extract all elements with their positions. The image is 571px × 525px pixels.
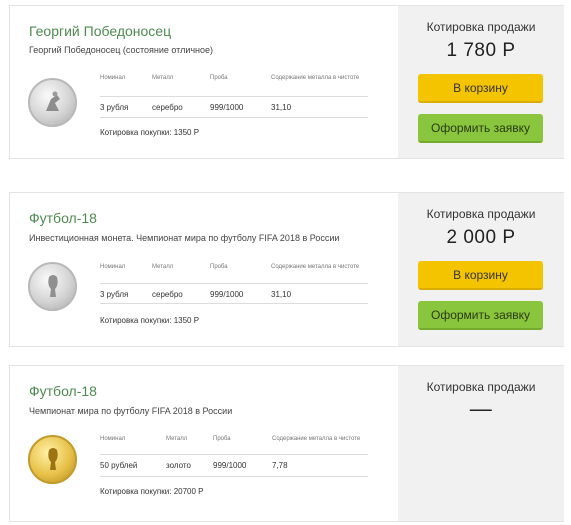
- product-title[interactable]: Георгий Победоносец: [29, 23, 171, 39]
- gold-coin-icon[interactable]: [28, 435, 77, 484]
- cup-emblem-icon: [48, 275, 58, 297]
- content-value: 31,10: [271, 290, 292, 299]
- coin-emblem-icon: [46, 91, 60, 111]
- product-title[interactable]: Футбол-18: [29, 210, 97, 226]
- buy-quote: Котировка покупки: 20700 Р: [100, 487, 204, 496]
- buy-quote-value: 1350 Р: [173, 128, 200, 137]
- proba-value: 999/1000: [210, 103, 244, 112]
- divider: [100, 96, 368, 97]
- divider: [100, 454, 368, 455]
- buy-quote-label: Котировка покупки:: [100, 316, 172, 325]
- price-panel: Котировка продажи 2 000 Р В корзину Офор…: [398, 193, 564, 346]
- column-header-content: Содержание металла в чистоте: [272, 436, 361, 442]
- buy-quote: Котировка покупки: 1350 Р: [100, 316, 199, 325]
- content-value: 7,78: [272, 461, 288, 470]
- column-header-proba: Проба: [210, 75, 228, 81]
- add-to-cart-button[interactable]: В корзину: [418, 261, 543, 290]
- column-header-metal: Металл: [152, 75, 174, 81]
- sell-quote-label: Котировка продажи: [426, 207, 536, 221]
- product-card: Георгий Победоносец Георгий Победоносец …: [9, 5, 564, 159]
- column-header-metal: Металл: [152, 264, 174, 270]
- metal-value: серебро: [152, 290, 183, 299]
- price-panel: Котировка продажи 1 780 Р В корзину Офор…: [398, 6, 564, 158]
- divider: [100, 283, 368, 284]
- sell-quote-label: Котировка продажи: [426, 20, 536, 34]
- buy-quote-value: 20700 Р: [173, 487, 204, 496]
- nominal-value: 3 рубля: [100, 103, 129, 112]
- cup-emblem-icon: [48, 448, 58, 470]
- column-header-content: Содержание металла в чистоте: [271, 264, 360, 270]
- buy-quote-value: 1350 Р: [173, 316, 200, 325]
- sell-quote-label: Котировка продажи: [426, 380, 536, 394]
- nominal-value: 50 рублей: [100, 461, 138, 470]
- buy-quote: Котировка покупки: 1350 Р: [100, 128, 199, 137]
- buy-quote-label: Котировка покупки:: [100, 487, 172, 496]
- column-header-metal: Металл: [166, 436, 188, 442]
- metal-value: золото: [166, 461, 191, 470]
- metal-value: серебро: [152, 103, 183, 112]
- product-subtitle: Чемпионат мира по футболу FIFA 2018 в Ро…: [29, 406, 233, 416]
- product-card: Футбол-18 Инвестиционная монета. Чемпион…: [9, 192, 564, 347]
- content-value: 31,10: [271, 103, 292, 112]
- product-subtitle: Георгий Победоносец (состояние отличное): [29, 45, 214, 55]
- silver-coin-icon[interactable]: [28, 78, 77, 127]
- price-panel: Котировка продажи —: [398, 366, 564, 521]
- column-header-nominal: Номинал: [100, 436, 126, 442]
- column-header-nominal: Номинал: [100, 75, 126, 81]
- add-to-cart-button[interactable]: В корзину: [418, 74, 543, 103]
- sell-quote-price: —: [469, 396, 493, 421]
- sell-quote-price: 2 000 Р: [446, 227, 516, 248]
- divider: [100, 117, 368, 118]
- place-order-button[interactable]: Оформить заявку: [418, 301, 543, 330]
- product-title[interactable]: Футбол-18: [29, 383, 97, 399]
- nominal-value: 3 рубля: [100, 290, 129, 299]
- buy-quote-label: Котировка покупки:: [100, 128, 172, 137]
- proba-value: 999/1000: [210, 290, 244, 299]
- silver-coin-icon[interactable]: [28, 262, 77, 311]
- place-order-button[interactable]: Оформить заявку: [418, 114, 543, 143]
- divider: [100, 476, 368, 477]
- divider: [100, 303, 368, 304]
- column-header-proba: Проба: [213, 436, 231, 442]
- column-header-content: Содержание металла в чистоте: [271, 75, 360, 81]
- product-subtitle: Инвестиционная монета. Чемпионат мира по…: [29, 233, 340, 243]
- product-card: Футбол-18 Чемпионат мира по футболу FIFA…: [9, 365, 564, 522]
- column-header-proba: Проба: [210, 264, 228, 270]
- sell-quote-price: 1 780 Р: [446, 40, 516, 61]
- column-header-nominal: Номинал: [100, 264, 126, 270]
- proba-value: 999/1000: [213, 461, 247, 470]
